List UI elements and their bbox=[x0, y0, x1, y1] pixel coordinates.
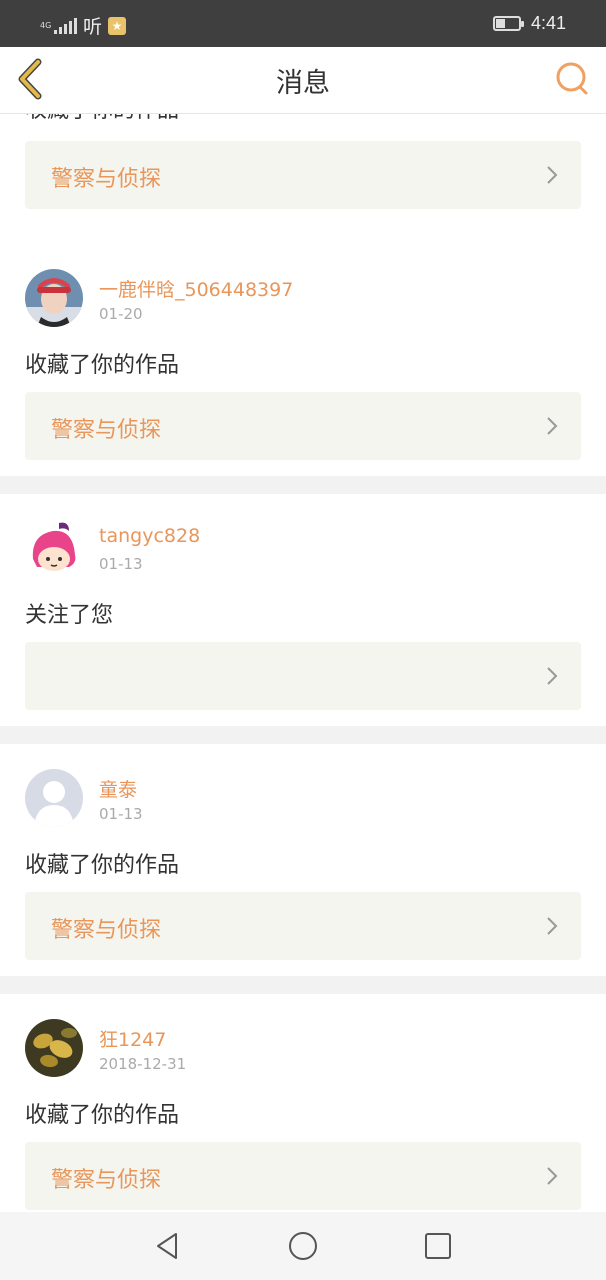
avatar[interactable] bbox=[25, 269, 83, 327]
chevron-right-icon bbox=[547, 417, 558, 435]
work-card[interactable] bbox=[25, 642, 581, 710]
nav-recents-button[interactable] bbox=[422, 1230, 454, 1262]
list-item: 狂1247 2018-12-31 收藏了你的作品 警察与侦探 bbox=[0, 994, 606, 1212]
work-title: 警察与侦探 bbox=[51, 918, 162, 943]
search-button[interactable] bbox=[552, 59, 592, 99]
back-triangle-icon bbox=[157, 1233, 177, 1259]
avatar[interactable] bbox=[25, 519, 83, 577]
work-card[interactable]: 警察与侦探 bbox=[25, 141, 581, 209]
list-item: 童泰 01-13 收藏了你的作品 警察与侦探 bbox=[0, 744, 606, 976]
user-photo-avatar bbox=[25, 269, 83, 327]
status-bar: 4G 听 ★ 4:41 bbox=[0, 0, 606, 47]
status-left: 4G 听 ★ bbox=[40, 12, 127, 39]
work-card[interactable]: 警察与侦探 bbox=[25, 892, 581, 960]
leaves-photo-avatar bbox=[25, 1019, 83, 1077]
date: 01-13 bbox=[99, 805, 143, 823]
work-title: 警察与侦探 bbox=[51, 418, 162, 443]
chevron-right-icon bbox=[547, 917, 558, 935]
default-user-avatar bbox=[25, 769, 83, 827]
network-type: 4G bbox=[40, 20, 52, 30]
list-item: tangyc828 01-13 关注了您 bbox=[0, 494, 606, 726]
work-card[interactable]: 警察与侦探 bbox=[25, 1142, 581, 1210]
star-app-icon: ★ bbox=[108, 16, 127, 35]
signal-icon bbox=[54, 17, 77, 34]
action-text: 收藏了你的作品 bbox=[25, 353, 180, 378]
nav-back-button[interactable] bbox=[152, 1230, 184, 1262]
username[interactable]: 童泰 bbox=[99, 775, 137, 802]
work-title: 警察与侦探 bbox=[51, 1168, 162, 1193]
cartoon-avatar bbox=[25, 519, 83, 577]
search-icon bbox=[556, 62, 588, 95]
date: 01-13 bbox=[99, 555, 143, 573]
status-right: 4:41 bbox=[492, 13, 566, 34]
app-notification-glyph: 听 bbox=[83, 16, 103, 38]
work-title: 警察与侦探 bbox=[51, 167, 162, 192]
date: 01-20 bbox=[99, 305, 143, 323]
date: 2018-12-31 bbox=[99, 1055, 187, 1073]
username[interactable]: tangyc828 bbox=[99, 525, 200, 547]
action-text: 关注了您 bbox=[25, 603, 114, 628]
page-title: 消息 bbox=[276, 68, 330, 99]
system-nav-bar bbox=[0, 1212, 606, 1280]
nav-home-button[interactable] bbox=[287, 1230, 319, 1262]
action-text: 收藏了你的作品 bbox=[25, 114, 179, 124]
action-text: 收藏了你的作品 bbox=[25, 853, 180, 878]
username[interactable]: 一鹿伴晗_506448397 bbox=[99, 275, 293, 302]
recents-square-icon bbox=[425, 1233, 451, 1259]
home-circle-icon bbox=[289, 1232, 317, 1260]
app-header: 消息 bbox=[0, 47, 606, 114]
chevron-right-icon bbox=[547, 166, 558, 184]
avatar[interactable] bbox=[25, 1019, 83, 1077]
chevron-right-icon bbox=[547, 667, 558, 685]
username[interactable]: 狂1247 bbox=[99, 1025, 166, 1052]
avatar[interactable] bbox=[25, 769, 83, 827]
status-time: 4:41 bbox=[530, 13, 566, 33]
action-text: 收藏了你的作品 bbox=[25, 1103, 180, 1128]
list-item: 一鹿伴晗_506448397 01-20 收藏了你的作品 警察与侦探 bbox=[0, 244, 606, 476]
battery-icon bbox=[492, 16, 524, 31]
work-card[interactable]: 警察与侦探 bbox=[25, 392, 581, 460]
message-list[interactable]: 收藏了你的作品 警察与侦探 一鹿伴晗_506448397 01-20 收藏了你的… bbox=[0, 114, 606, 1212]
chevron-right-icon bbox=[547, 1167, 558, 1185]
